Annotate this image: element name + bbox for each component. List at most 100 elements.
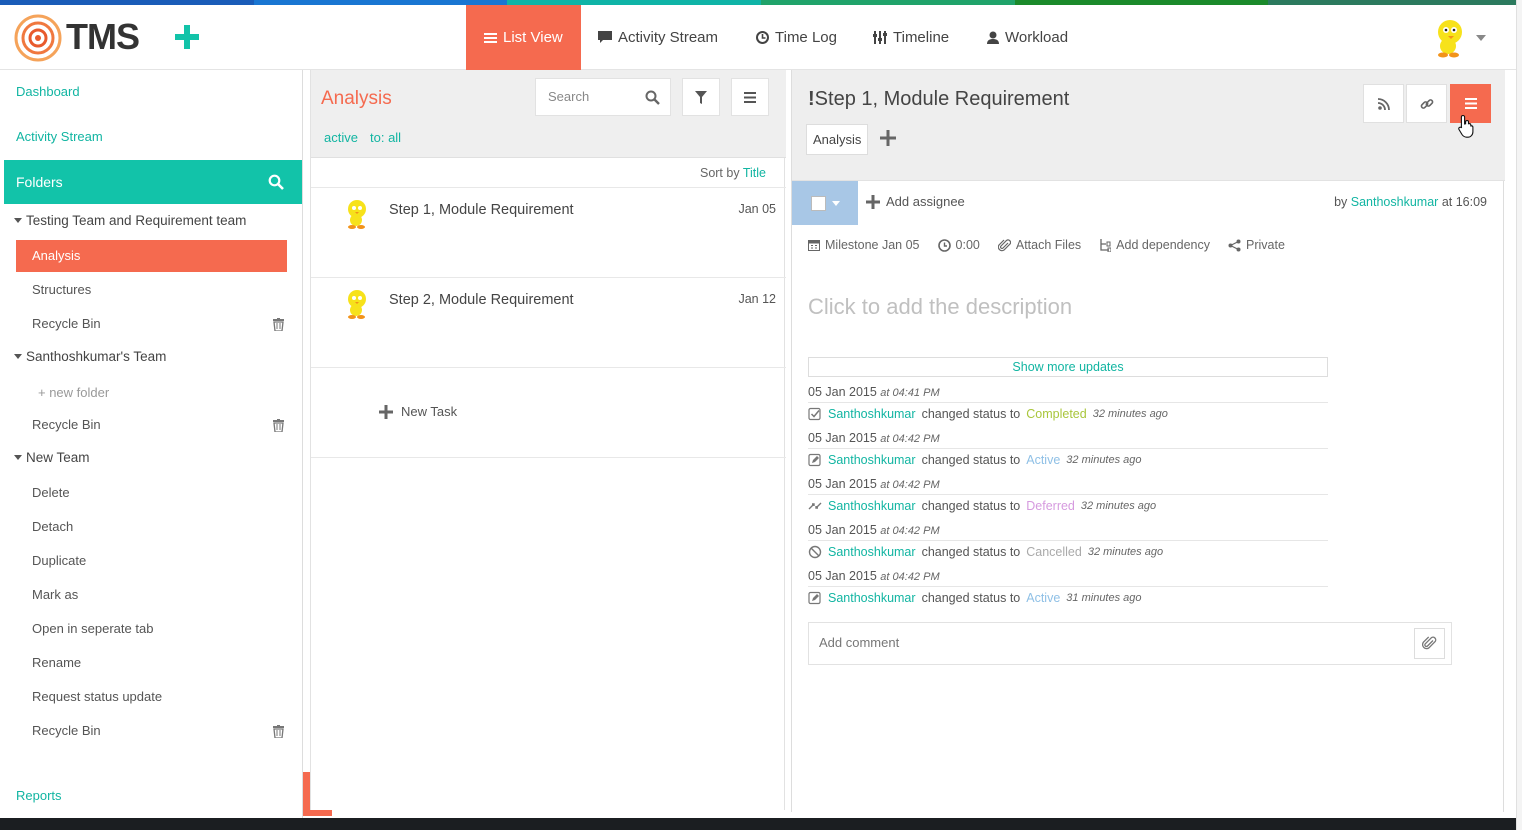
folder-item-delete[interactable]: Delete	[32, 485, 70, 500]
paperclip-icon	[997, 238, 1011, 251]
list-menu-button[interactable]	[731, 78, 769, 116]
folder-item-recycle-bin[interactable]: Recycle Bin	[32, 417, 101, 432]
update-user-link[interactable]: Santhoshkumar	[828, 407, 916, 421]
folder-item-duplicate[interactable]: Duplicate	[32, 553, 86, 568]
update-status-active: Active	[1026, 590, 1061, 605]
task-detail-title[interactable]: !Step 1, Module Requirement	[808, 88, 1069, 111]
follow-rss-button[interactable]	[1363, 84, 1404, 123]
add-dependency-button[interactable]: Add dependency	[1099, 238, 1210, 252]
nav-list-view[interactable]: List View	[466, 5, 581, 70]
user-avatar[interactable]	[1432, 17, 1472, 59]
team-new-team[interactable]: New Team	[14, 450, 90, 465]
folder-item-detach[interactable]: Detach	[32, 519, 73, 534]
add-dependency-label: Add dependency	[1116, 238, 1211, 252]
update-action: changed status to	[921, 452, 1021, 467]
new-folder-link[interactable]: + new folder	[38, 385, 109, 400]
privacy-button[interactable]: Private	[1228, 238, 1285, 252]
sidebar-reports-link[interactable]: Reports	[16, 788, 62, 803]
attach-files-button[interactable]: Attach Files	[997, 238, 1081, 252]
search-icon[interactable]	[268, 174, 284, 190]
hand-cursor-icon	[1458, 114, 1474, 138]
folders-header: Folders	[4, 160, 302, 204]
trash-icon[interactable]	[273, 318, 284, 331]
update-action: changed status to	[921, 406, 1021, 421]
nav-time-log-label: Time Log	[775, 29, 837, 46]
comment-placeholder: Add comment	[819, 635, 900, 650]
folder-item-analysis[interactable]: Analysis	[16, 240, 287, 272]
time-tracker-button[interactable]: 0:00	[937, 238, 980, 252]
nav-activity-stream-label: Activity Stream	[618, 29, 719, 46]
caret-down-icon	[831, 200, 840, 206]
folder-item-structures[interactable]: Structures	[32, 282, 91, 297]
copy-link-button[interactable]	[1406, 84, 1447, 123]
task-row[interactable]: Step 2, Module Requirement Jan 12	[311, 278, 786, 368]
author-link[interactable]: Santhoshkumar	[1351, 195, 1439, 209]
milestone-button[interactable]: Milestone Jan 05	[808, 238, 920, 252]
update-date-text: 05 Jan 2015	[808, 477, 877, 491]
update-user-link[interactable]: Santhoshkumar	[828, 453, 916, 467]
folder-item-open-in-separate-tab[interactable]: Open in seperate tab	[32, 621, 153, 636]
folder-tag[interactable]: Analysis	[806, 124, 869, 155]
folder-item-request-status-update[interactable]: Request status update	[32, 689, 162, 704]
sidebar-dashboard-link[interactable]: Dashboard	[16, 84, 80, 99]
task-detail-title-text: Step 1, Module Requirement	[814, 88, 1070, 110]
update-status-completed: Completed	[1026, 406, 1087, 421]
attach-comment-file-button[interactable]	[1414, 628, 1445, 659]
nav-time-log[interactable]: Time Log	[738, 5, 855, 70]
trash-icon[interactable]	[273, 419, 284, 432]
task-detail-header: !Step 1, Module Requirement Analysis	[792, 70, 1505, 181]
nav-timeline[interactable]: Timeline	[855, 5, 967, 70]
search-icon[interactable]	[645, 90, 660, 105]
team-testing-requirement[interactable]: Testing Team and Requirement team	[14, 213, 246, 228]
update-user-link[interactable]: Santhoshkumar	[828, 545, 916, 559]
filter-button[interactable]	[682, 78, 720, 116]
update-entry: Santhoshkumar changed status to Active 3…	[808, 586, 1328, 608]
task-list-header: Analysis Search active to: all	[311, 70, 786, 158]
add-assignee-button[interactable]: Add assignee	[866, 194, 965, 209]
status-checkbox[interactable]	[810, 195, 826, 211]
window-scrollbar[interactable]	[1516, 0, 1522, 830]
folder-item-mark-as[interactable]: Mark as	[32, 587, 78, 602]
folder-item-recycle-bin[interactable]: Recycle Bin	[32, 316, 101, 331]
add-folder-tag-icon[interactable]	[880, 130, 896, 146]
update-user-link[interactable]: Santhoshkumar	[828, 499, 916, 513]
plus-icon[interactable]	[173, 23, 201, 51]
calendar-icon	[808, 240, 820, 251]
nav-workload[interactable]: Workload	[969, 5, 1086, 70]
caret-down-icon	[14, 354, 22, 359]
search-input[interactable]: Search	[535, 78, 671, 116]
sidebar-activity-stream-link[interactable]: Activity Stream	[16, 129, 103, 144]
time-value: 0:00	[955, 238, 980, 252]
user-icon	[987, 31, 999, 44]
team-name: Santhoshkumar's Team	[26, 349, 167, 364]
show-more-updates-button[interactable]: Show more updates	[808, 357, 1328, 377]
status-dropdown[interactable]	[792, 181, 858, 225]
share-icon	[1228, 239, 1241, 251]
nav-activity-stream[interactable]: Activity Stream	[580, 5, 736, 70]
new-task-button[interactable]: New Task	[379, 404, 457, 419]
task-assignee-avatar	[348, 200, 366, 229]
user-menu-caret-icon[interactable]	[1476, 35, 1486, 41]
update-date: 05 Jan 2015 at 04:42 PM	[808, 431, 940, 445]
trash-icon[interactable]	[273, 725, 284, 738]
folders-title: Folders	[16, 174, 63, 190]
milestone-label: Milestone Jan 05	[825, 238, 920, 252]
assignee-filter[interactable]: to: all	[370, 130, 401, 145]
update-user-link[interactable]: Santhoshkumar	[828, 591, 916, 605]
edit-square-icon	[808, 453, 821, 466]
status-filter[interactable]: active	[324, 130, 358, 145]
task-list-panel: Analysis Search active to: all Sort by T…	[310, 70, 786, 810]
folder-item-rename[interactable]: Rename	[32, 655, 81, 670]
clock-icon	[937, 238, 951, 252]
task-row[interactable]: Step 1, Module Requirement Jan 05	[311, 188, 786, 278]
clock-icon	[756, 31, 769, 44]
description-field[interactable]: Click to add the description	[808, 294, 1072, 320]
folder-item-recycle-bin[interactable]: Recycle Bin	[32, 723, 101, 738]
update-ago: 32 minutes ago	[1087, 545, 1164, 558]
sliders-icon	[873, 31, 887, 44]
update-date: 05 Jan 2015 at 04:42 PM	[808, 569, 940, 583]
sort-field-link[interactable]: Title	[743, 166, 766, 180]
team-santhoshkumar[interactable]: Santhoshkumar's Team	[14, 349, 166, 364]
comment-input[interactable]: Add comment	[808, 622, 1452, 665]
update-time-text: at 04:42 PM	[880, 525, 940, 537]
